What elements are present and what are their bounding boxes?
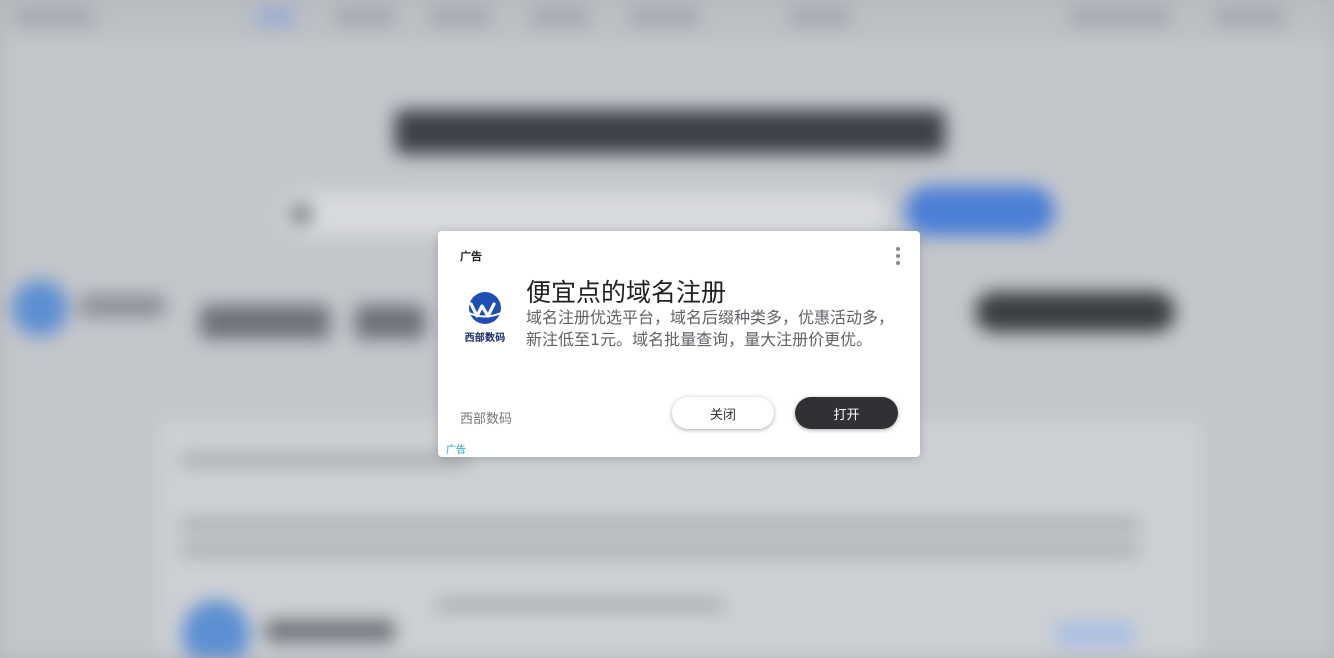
- bg-nav-item: [530, 10, 590, 24]
- bg-nav-item: [790, 10, 850, 24]
- bg-headline: [395, 110, 945, 154]
- logo-text: 西部数码: [464, 333, 506, 344]
- open-button[interactable]: 打开: [795, 397, 898, 429]
- advertiser-logo[interactable]: 西部数码: [460, 291, 510, 353]
- bg-text-line: [180, 520, 1140, 530]
- ad-description: 域名注册优选平台，域名后缀种类多，优惠活动多，新注低至1元。域名批量查询，量大注…: [526, 308, 895, 349]
- bg-text-line: [180, 455, 470, 465]
- ad-dialog: 广告 西部数码 便宜点的域名注册 域名注册优选平台，域名后缀种类多，优惠活动多，…: [438, 231, 920, 457]
- bg-block: [1055, 622, 1135, 646]
- more-options-button[interactable]: [890, 245, 906, 267]
- bg-text-line: [180, 545, 1140, 555]
- bg-search-icon: [290, 203, 312, 225]
- bg-block: [355, 305, 425, 339]
- ad-label: 广告: [460, 250, 482, 263]
- bg-block: [200, 305, 330, 339]
- bg-nav-item: [630, 10, 700, 24]
- close-button[interactable]: 关闭: [672, 397, 774, 429]
- more-vertical-icon: [896, 247, 900, 265]
- bg-search-bar: [280, 192, 890, 236]
- bg-search-button: [905, 186, 1055, 236]
- ad-title[interactable]: 便宜点的域名注册: [526, 273, 726, 309]
- bg-nav-item: [430, 10, 490, 24]
- advertiser-name[interactable]: 西部数码: [460, 408, 512, 427]
- bg-nav-item: [1070, 10, 1170, 24]
- bg-avatar: [12, 280, 68, 336]
- bg-block: [265, 620, 395, 642]
- bg-nav-item: [1215, 10, 1285, 24]
- bg-nav-item: [335, 10, 395, 24]
- bg-dark-button: [975, 292, 1175, 332]
- logo-mark-icon: [468, 292, 502, 324]
- bg-block: [80, 295, 165, 317]
- ad-badge[interactable]: 广告: [446, 441, 466, 456]
- bg-nav-item: [15, 10, 95, 24]
- bg-text-line: [435, 600, 725, 610]
- bg-nav-item: [255, 10, 295, 24]
